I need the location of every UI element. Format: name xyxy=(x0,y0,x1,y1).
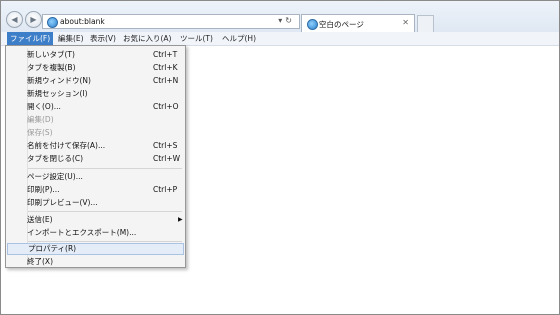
menu-item-properties[interactable]: プロパティ(R) xyxy=(7,243,184,255)
menu-edit[interactable]: 編集(E) xyxy=(55,32,87,45)
forward-arrow-icon: ▶ xyxy=(30,15,37,24)
back-button[interactable]: ◀ xyxy=(6,11,23,28)
menu-item-save: 保存(S) xyxy=(27,128,53,137)
menu-item-print-preview[interactable]: 印刷プレビュー(V)... xyxy=(7,197,184,209)
tab-title: 空白のページ xyxy=(319,20,364,29)
menu-item-new-window[interactable]: 新規ウィンドウ(N) Ctrl+N xyxy=(7,75,184,87)
menu-item-page-setup[interactable]: ページ設定(U)... xyxy=(7,171,184,183)
menu-separator xyxy=(28,211,182,212)
menu-help[interactable]: ヘルプ(H) xyxy=(219,32,259,45)
menu-bar: ファイル(F) 編集(E) 表示(V) お気に入り(A) ツール(T) ヘルプ(… xyxy=(1,32,559,46)
browser-toolbar: ◀ ▶ about:blank ▾↻ 空白のページ ✕ xyxy=(1,1,559,33)
menu-item-close-tab[interactable]: タブを閉じる(C) Ctrl+W xyxy=(7,153,184,165)
file-menu-dropdown: 新しいタブ(T) Ctrl+T タブを複製(B) Ctrl+K 新規ウィンドウ(N)… xyxy=(5,45,186,268)
menu-tools[interactable]: ツール(T) xyxy=(177,32,216,45)
refresh-icon[interactable]: ↻ xyxy=(285,16,295,25)
back-arrow-icon: ◀ xyxy=(11,15,18,24)
menu-item-new-session[interactable]: 新規セッション(I) xyxy=(7,88,184,100)
menu-view[interactable]: 表示(V) xyxy=(87,32,119,45)
forward-button[interactable]: ▶ xyxy=(25,11,42,28)
address-url: about:blank xyxy=(60,17,105,26)
menu-item-new-tab[interactable]: 新しいタブ(T) Ctrl+T xyxy=(7,49,184,61)
new-tab-button[interactable] xyxy=(417,15,434,32)
menu-separator xyxy=(28,241,182,242)
menu-item-save-as[interactable]: 名前を付けて保存(A)... Ctrl+S xyxy=(7,140,184,152)
menu-separator xyxy=(28,168,182,169)
ie-tab-icon xyxy=(307,19,318,30)
menu-item-edit: 編集(D) xyxy=(27,115,54,124)
menu-item-import-export[interactable]: インポートとエクスポート(M)... xyxy=(7,227,184,239)
menu-item-open[interactable]: 開く(O)... Ctrl+O xyxy=(7,101,184,113)
tab-blank-page[interactable]: 空白のページ ✕ xyxy=(301,14,415,33)
menu-item-print[interactable]: 印刷(P)... Ctrl+P xyxy=(7,184,184,196)
menu-file[interactable]: ファイル(F) xyxy=(7,32,54,45)
submenu-arrow-icon: ▶ xyxy=(178,216,183,223)
menu-item-duplicate-tab[interactable]: タブを複製(B) Ctrl+K xyxy=(7,62,184,74)
menu-item-send[interactable]: 送信(E) ▶ xyxy=(7,214,184,226)
ie-page-icon xyxy=(47,17,58,28)
menu-favorites[interactable]: お気に入り(A) xyxy=(120,32,174,45)
close-tab-icon[interactable]: ✕ xyxy=(402,18,409,27)
address-tools: ▾↻ xyxy=(278,16,295,25)
menu-item-exit[interactable]: 終了(X) xyxy=(7,256,184,268)
address-bar[interactable]: about:blank ▾↻ xyxy=(42,14,300,29)
